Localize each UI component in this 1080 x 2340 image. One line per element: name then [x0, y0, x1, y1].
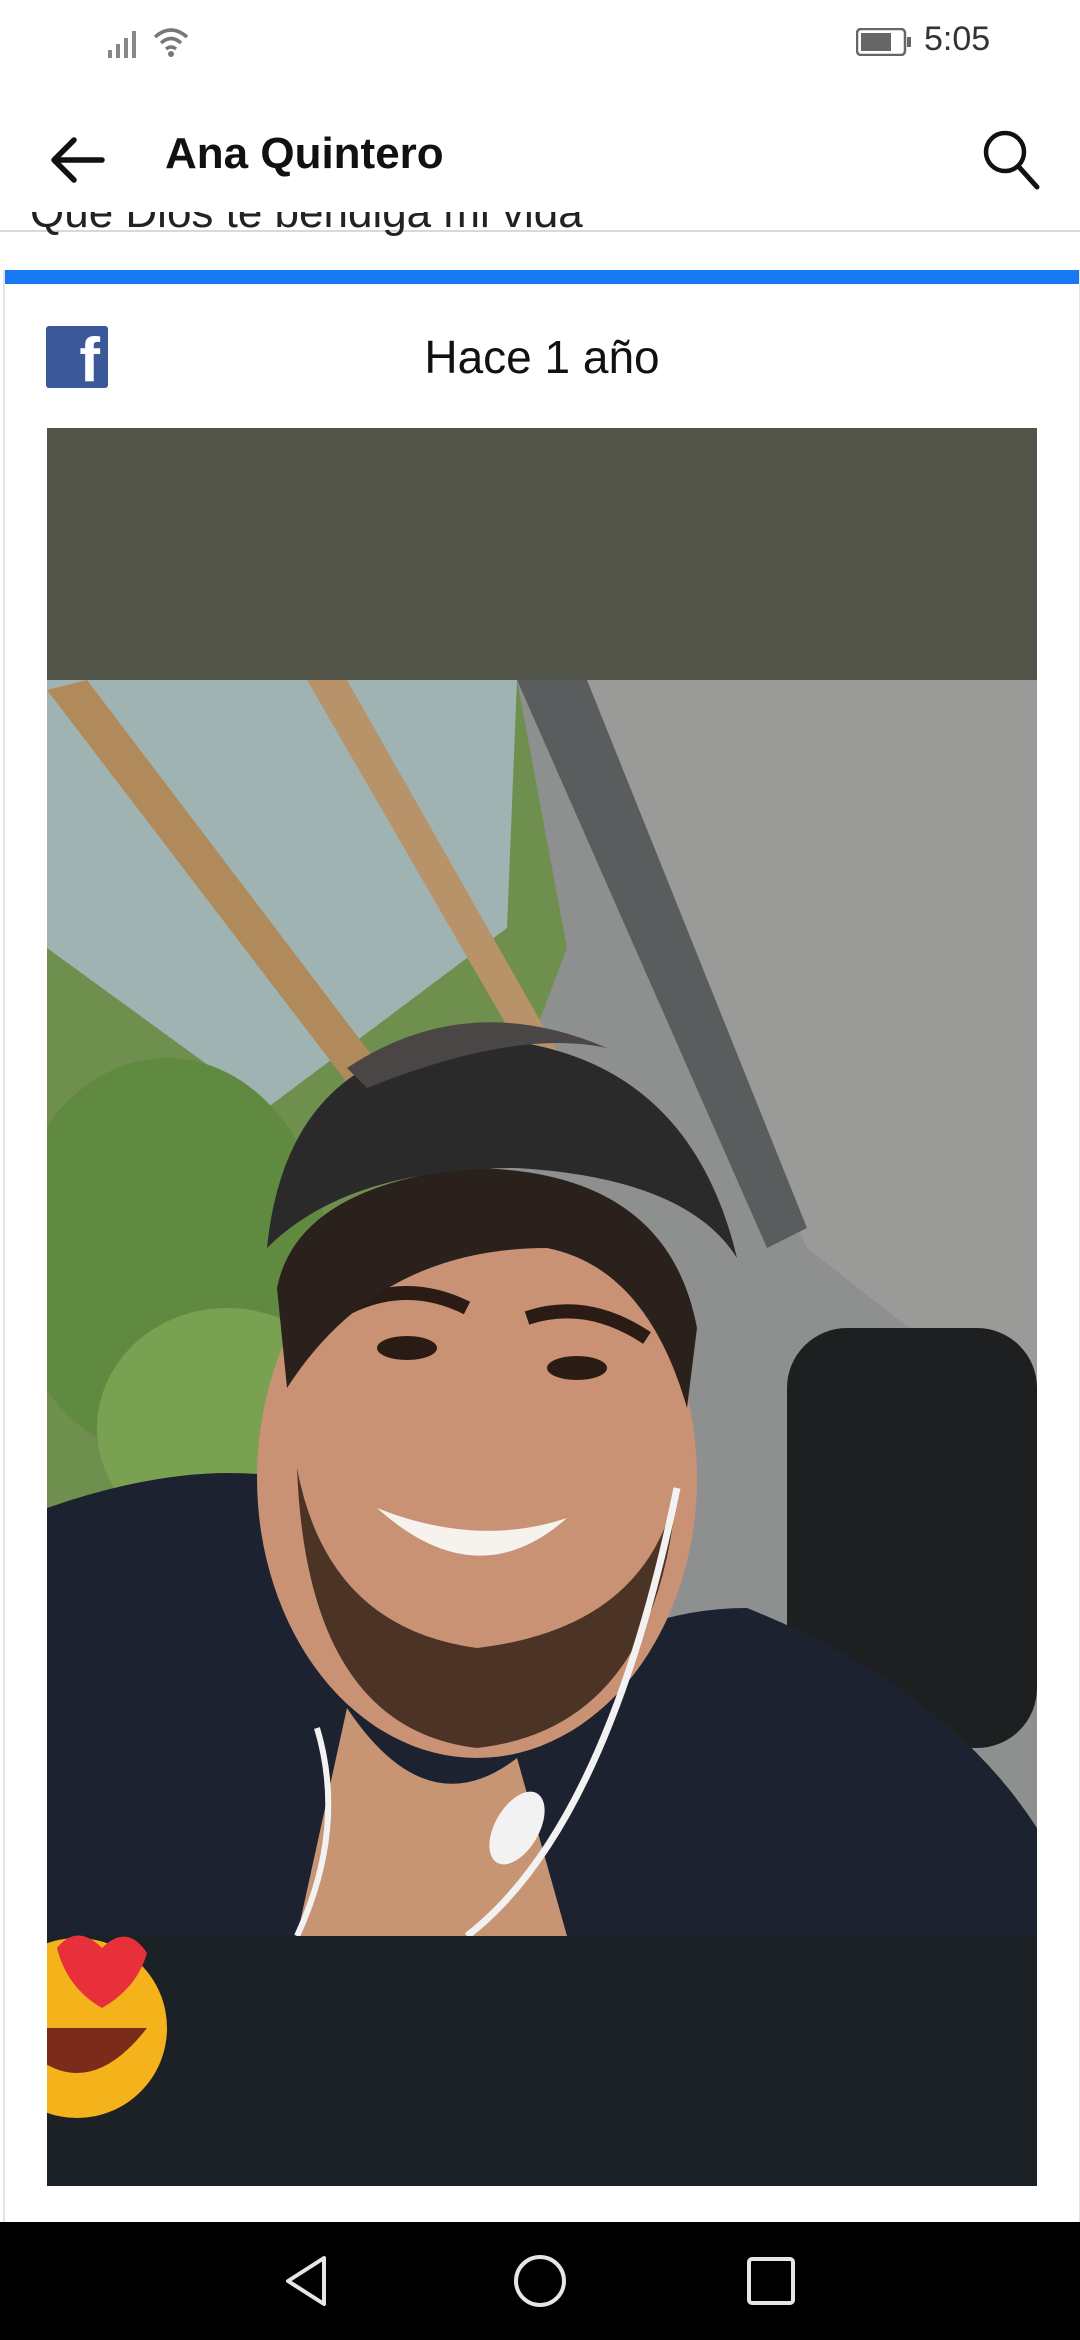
- nav-back-icon[interactable]: [278, 2250, 340, 2312]
- nav-home-icon[interactable]: [509, 2250, 571, 2312]
- wifi-icon: [153, 28, 189, 57]
- signal-icon: [108, 31, 136, 58]
- card-accent-bar: [5, 270, 1079, 284]
- previous-post-text: Que Dios te bendiga mi vida: [30, 212, 583, 237]
- arrow-left-icon[interactable]: [44, 125, 114, 195]
- battery-icon: [856, 28, 911, 56]
- selfie-photo[interactable]: [47, 428, 1037, 2186]
- memory-card[interactable]: f Hace 1 año: [3, 270, 1080, 2270]
- app-header: Ana Quintero: [0, 85, 1080, 232]
- search-icon[interactable]: [980, 127, 1042, 193]
- status-time: 5:05: [924, 20, 991, 58]
- nav-recents-icon[interactable]: [740, 2250, 802, 2312]
- page-title: Ana Quintero: [165, 129, 444, 178]
- system-nav-bar: [0, 2222, 1080, 2340]
- status-bar: 5:05: [0, 0, 1080, 85]
- memory-date: Hace 1 año: [424, 331, 660, 383]
